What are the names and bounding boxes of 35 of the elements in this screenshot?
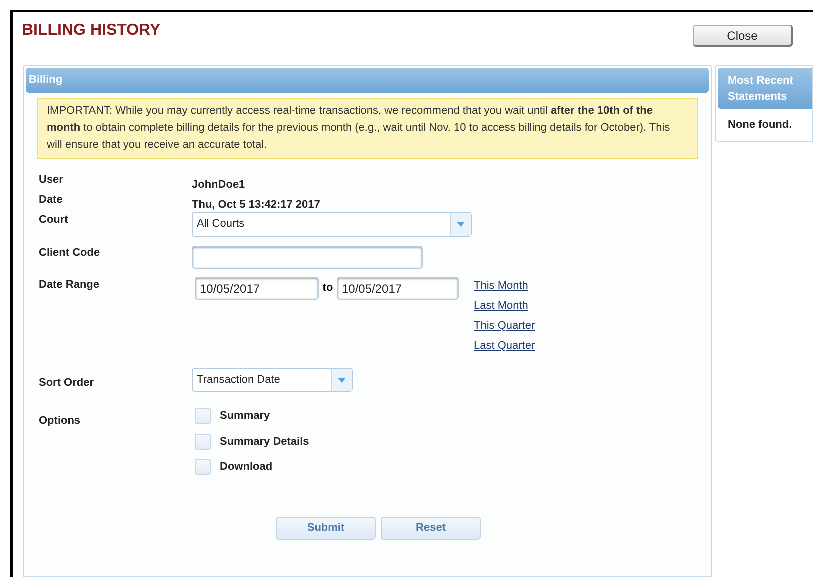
panel-title: Most Recent Statements xyxy=(728,74,794,104)
option-checkbox[interactable] xyxy=(195,434,211,450)
date-value: Thu, Oct 5 13:42:17 2017 xyxy=(192,199,320,211)
field-label: Sort Order xyxy=(39,376,96,391)
field-label: Client Code xyxy=(39,246,102,261)
option-label: Summary xyxy=(220,409,270,424)
page-title: BILLING HISTORY xyxy=(22,21,161,41)
caret-icon xyxy=(457,222,465,227)
close-button[interactable]: Close xyxy=(693,25,793,47)
field-label: Date xyxy=(39,193,64,204)
option-label: Summary Details xyxy=(220,434,310,450)
option-checkbox[interactable] xyxy=(195,459,211,476)
user-value: JohnDoe1 xyxy=(192,179,246,191)
range-separator: to xyxy=(322,281,334,296)
reset-button[interactable]: Reset xyxy=(381,516,481,540)
field-label: Date Range xyxy=(39,278,101,293)
court-select[interactable]: All Courts xyxy=(192,212,472,237)
date-shortcut-link[interactable]: This Month xyxy=(474,279,536,293)
option-label: Download xyxy=(220,460,273,475)
field-label: Court xyxy=(39,213,70,228)
submit-button[interactable]: Submit xyxy=(276,516,376,540)
date-shortcut-link[interactable]: Last Month xyxy=(474,299,536,313)
panel-title: Billing xyxy=(29,73,63,88)
field-label: User xyxy=(39,173,64,188)
date-shortcut-link[interactable]: Last Quarter xyxy=(474,339,536,353)
date-shortcut-link[interactable]: This Quarter xyxy=(474,319,536,333)
empty-message: None found. xyxy=(727,118,794,133)
end-date-field[interactable]: 10/05/2017 xyxy=(337,277,459,300)
client-code-field[interactable] xyxy=(192,246,423,268)
notice-text: IMPORTANT: While you may currently access real-time transactions, we recommend that you wait until after the 10th of the month to obtain complete billing details for the previous month (e.g., wait until Nov. 10 to access billing details for October). This will ensure that you receive an accurate total. xyxy=(37,98,698,159)
caret-icon xyxy=(338,378,346,382)
option-checkbox[interactable] xyxy=(195,408,211,424)
sort-order-select[interactable]: Transaction Date xyxy=(192,368,353,392)
start-date-field[interactable]: 10/05/2017 xyxy=(195,277,319,300)
field-label: Options xyxy=(39,414,82,429)
